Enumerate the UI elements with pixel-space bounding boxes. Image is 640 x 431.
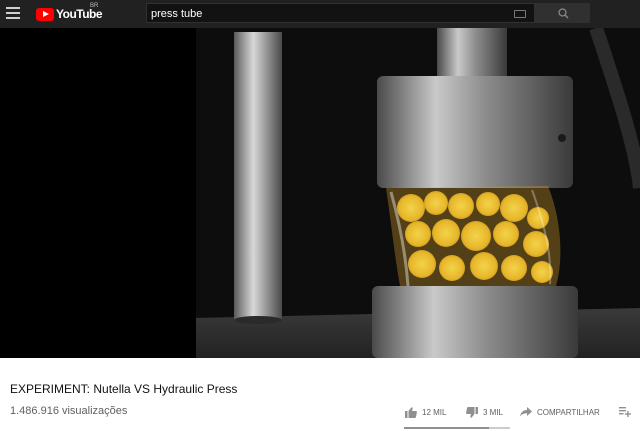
region-code: BR — [90, 3, 99, 9]
share-button[interactable]: COMPARTILHAR — [520, 407, 600, 417]
video-frame[interactable] — [196, 28, 640, 358]
save-wrap — [619, 405, 636, 419]
sentiment-bar-fill — [404, 427, 489, 429]
search-button[interactable] — [535, 3, 590, 23]
like-count: 12 MIL — [422, 407, 447, 417]
actions-bar: 12 MIL — [405, 405, 446, 419]
sentiment-bar — [404, 427, 510, 429]
view-count: 1.486.916 visualizações — [10, 405, 128, 417]
share-label: COMPARTILHAR — [537, 407, 600, 417]
logo-text: YouTube — [56, 7, 103, 21]
save-to-playlist-button[interactable] — [619, 407, 636, 417]
video-title: EXPERIMENT: Nutella VS Hydraulic Press — [10, 382, 238, 396]
dislike-wrap: 3 MIL — [466, 405, 503, 419]
youtube-logo[interactable]: YouTube BR — [36, 3, 103, 22]
like-button[interactable]: 12 MIL — [405, 406, 447, 418]
share-arrow-icon — [520, 407, 532, 417]
youtube-play-icon — [36, 7, 54, 21]
masthead: YouTube BR — [0, 0, 640, 28]
playlist-add-icon — [619, 407, 631, 417]
video-player[interactable] — [0, 28, 640, 358]
keyboard-icon[interactable] — [514, 10, 526, 18]
thumbs-up-icon — [405, 406, 417, 418]
search-box — [146, 3, 535, 23]
share-wrap: COMPARTILHAR — [520, 405, 600, 419]
dislike-count: 3 MIL — [483, 407, 504, 417]
hamburger-menu-icon[interactable] — [6, 7, 20, 19]
search-input[interactable] — [151, 6, 501, 21]
search-icon — [558, 8, 569, 19]
thumbs-down-icon — [466, 406, 478, 418]
dislike-button[interactable]: 3 MIL — [466, 406, 504, 418]
